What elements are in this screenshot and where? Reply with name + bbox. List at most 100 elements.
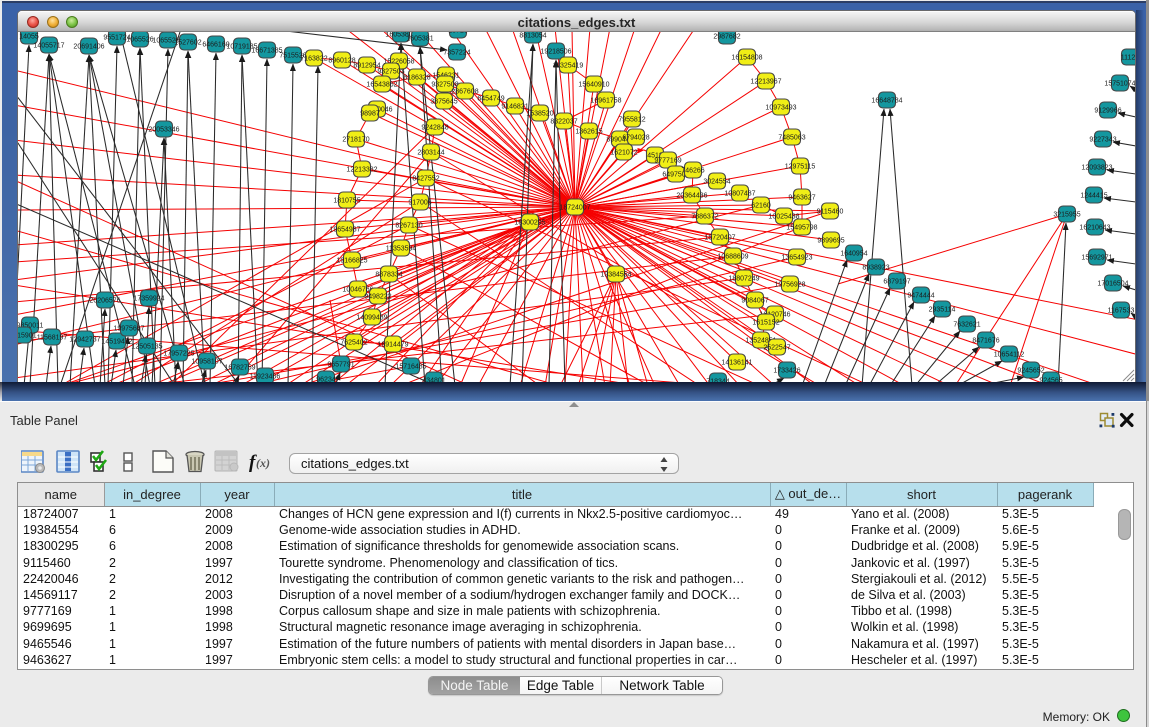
svg-text:9242848: 9242848 bbox=[421, 125, 448, 132]
svg-text:1605381: 1605381 bbox=[406, 36, 433, 43]
svg-text:9474444: 9474444 bbox=[907, 293, 934, 300]
svg-text:9115460: 9115460 bbox=[817, 209, 844, 216]
svg-text:11568197: 11568197 bbox=[37, 335, 68, 342]
svg-text:9498222: 9498222 bbox=[364, 294, 391, 301]
svg-text:17359924: 17359924 bbox=[133, 296, 164, 303]
svg-text:9899695: 9899695 bbox=[817, 238, 844, 245]
svg-text:7632621: 7632621 bbox=[953, 322, 980, 329]
svg-text:16543862: 16543862 bbox=[366, 82, 397, 89]
svg-text:7163822: 7163822 bbox=[300, 56, 327, 63]
svg-text:20053346: 20053346 bbox=[148, 127, 179, 134]
svg-text:20691406: 20691406 bbox=[73, 44, 104, 51]
svg-text:12942737: 12942737 bbox=[69, 337, 100, 344]
svg-text:9245652: 9245652 bbox=[1017, 368, 1044, 375]
svg-text:18300295: 18300295 bbox=[514, 220, 545, 227]
svg-text:9084067: 9084067 bbox=[741, 298, 768, 305]
svg-text:12975115: 12975115 bbox=[785, 164, 816, 171]
svg-text:15640910: 15640910 bbox=[578, 82, 609, 89]
svg-text:9129966: 9129966 bbox=[1094, 108, 1121, 115]
svg-text:1538520: 1538520 bbox=[526, 111, 553, 118]
svg-text:1640954: 1640954 bbox=[840, 251, 867, 258]
svg-text:98987: 98987 bbox=[360, 111, 380, 118]
svg-text:8960128: 8960128 bbox=[328, 58, 355, 65]
svg-text:17957225: 17957225 bbox=[163, 351, 194, 358]
svg-text:2522547: 2522547 bbox=[763, 345, 790, 352]
svg-text:8267130: 8267130 bbox=[395, 223, 422, 230]
svg-text:19218506: 19218506 bbox=[540, 49, 571, 56]
svg-text:1065526: 1065526 bbox=[126, 37, 153, 44]
svg-text:14055717: 14055717 bbox=[33, 43, 64, 50]
svg-text:7357224: 7357224 bbox=[443, 50, 470, 57]
svg-text:18724007: 18724007 bbox=[559, 205, 590, 212]
svg-text:17016504: 17016504 bbox=[1097, 281, 1128, 288]
svg-text:16782759: 16782759 bbox=[224, 365, 255, 372]
svg-text:14136141: 14136141 bbox=[721, 360, 752, 367]
svg-text:12093823: 12093823 bbox=[1081, 165, 1112, 172]
svg-text:9657791: 9657791 bbox=[327, 362, 354, 369]
svg-text:1362615: 1362615 bbox=[575, 129, 602, 136]
svg-text:9327503: 9327503 bbox=[377, 69, 404, 76]
svg-text:10654112: 10654112 bbox=[994, 352, 1025, 359]
svg-text:8878334: 8878334 bbox=[375, 272, 402, 279]
svg-text:14055: 14055 bbox=[19, 34, 39, 41]
svg-text:16961758: 16961758 bbox=[590, 98, 621, 105]
svg-text:1733426: 1733426 bbox=[773, 368, 800, 375]
svg-text:19654987: 19654987 bbox=[329, 227, 360, 234]
svg-text:8471676: 8471676 bbox=[972, 338, 999, 345]
svg-text:14099489: 14099489 bbox=[356, 315, 387, 322]
svg-text:3875645: 3875645 bbox=[430, 99, 457, 106]
svg-text:19975667: 19975667 bbox=[113, 326, 144, 333]
svg-text:(x): (x) bbox=[256, 456, 270, 470]
svg-text:15720407: 15720407 bbox=[704, 235, 735, 242]
svg-text:1621072: 1621072 bbox=[610, 150, 637, 157]
svg-text:9463627: 9463627 bbox=[788, 195, 815, 202]
svg-text:11123: 11123 bbox=[1121, 55, 1135, 62]
svg-text:9146821: 9146821 bbox=[501, 104, 528, 111]
svg-text:10807487: 10807487 bbox=[724, 191, 755, 198]
svg-text:16154808: 16154808 bbox=[731, 55, 762, 62]
svg-text:8322037: 8322037 bbox=[550, 119, 577, 126]
svg-text:10958107: 10958107 bbox=[191, 359, 222, 366]
svg-text:16648784: 16648784 bbox=[871, 98, 902, 105]
svg-text:11325419: 11325419 bbox=[553, 63, 584, 70]
svg-text:16914479: 16914479 bbox=[377, 342, 408, 349]
svg-text:8454749: 8454749 bbox=[477, 96, 504, 103]
svg-text:8938923: 8938923 bbox=[862, 265, 889, 272]
svg-text:746266: 746266 bbox=[681, 168, 704, 175]
svg-text:11923466: 11923466 bbox=[250, 374, 281, 381]
svg-text:7625402: 7625402 bbox=[340, 340, 367, 347]
svg-text:12213382: 12213382 bbox=[346, 167, 377, 174]
svg-text:62160: 62160 bbox=[751, 203, 771, 210]
svg-text:14519472: 14519472 bbox=[101, 339, 132, 346]
svg-text:1810755: 1810755 bbox=[333, 198, 360, 205]
svg-text:16210643: 16210643 bbox=[1079, 225, 1110, 232]
svg-text:1527602: 1527602 bbox=[174, 40, 201, 47]
svg-text:7485063: 7485063 bbox=[778, 135, 805, 142]
svg-text:2867608: 2867608 bbox=[451, 89, 478, 96]
svg-text:9777169: 9777169 bbox=[654, 158, 681, 165]
svg-text:3024554: 3024554 bbox=[703, 179, 730, 186]
svg-text:2718170: 2718170 bbox=[342, 137, 369, 144]
svg-text:1244415: 1244415 bbox=[1080, 193, 1107, 200]
svg-text:7886372: 7886372 bbox=[691, 214, 718, 221]
svg-text:9227343: 9227343 bbox=[1089, 137, 1116, 144]
svg-text:2987682: 2987682 bbox=[713, 34, 740, 41]
svg-text:7955812: 7955812 bbox=[618, 117, 645, 124]
svg-text:6879197: 6879197 bbox=[883, 279, 910, 286]
svg-text:8186328: 8186328 bbox=[403, 75, 430, 82]
svg-text:2803144: 2803144 bbox=[417, 150, 444, 157]
svg-text:16671385: 16671385 bbox=[251, 48, 282, 55]
svg-text:15751074: 15751074 bbox=[1104, 81, 1135, 88]
svg-text:8813054: 8813054 bbox=[519, 33, 546, 40]
svg-text:15692971: 15692971 bbox=[1081, 255, 1112, 262]
svg-text:15723: 15723 bbox=[448, 32, 468, 35]
svg-text:2935114: 2935114 bbox=[929, 307, 956, 314]
svg-text:1167533: 1167533 bbox=[1108, 308, 1135, 315]
svg-text:1615152: 1615152 bbox=[752, 320, 779, 327]
svg-text:20206576: 20206576 bbox=[89, 298, 120, 305]
svg-text:12505135: 12505135 bbox=[131, 344, 162, 351]
svg-text:6794028: 6794028 bbox=[622, 135, 649, 142]
svg-text:917006: 917006 bbox=[408, 200, 431, 207]
svg-text:19384554: 19384554 bbox=[600, 272, 631, 279]
svg-text:10688609: 10688609 bbox=[717, 254, 748, 261]
